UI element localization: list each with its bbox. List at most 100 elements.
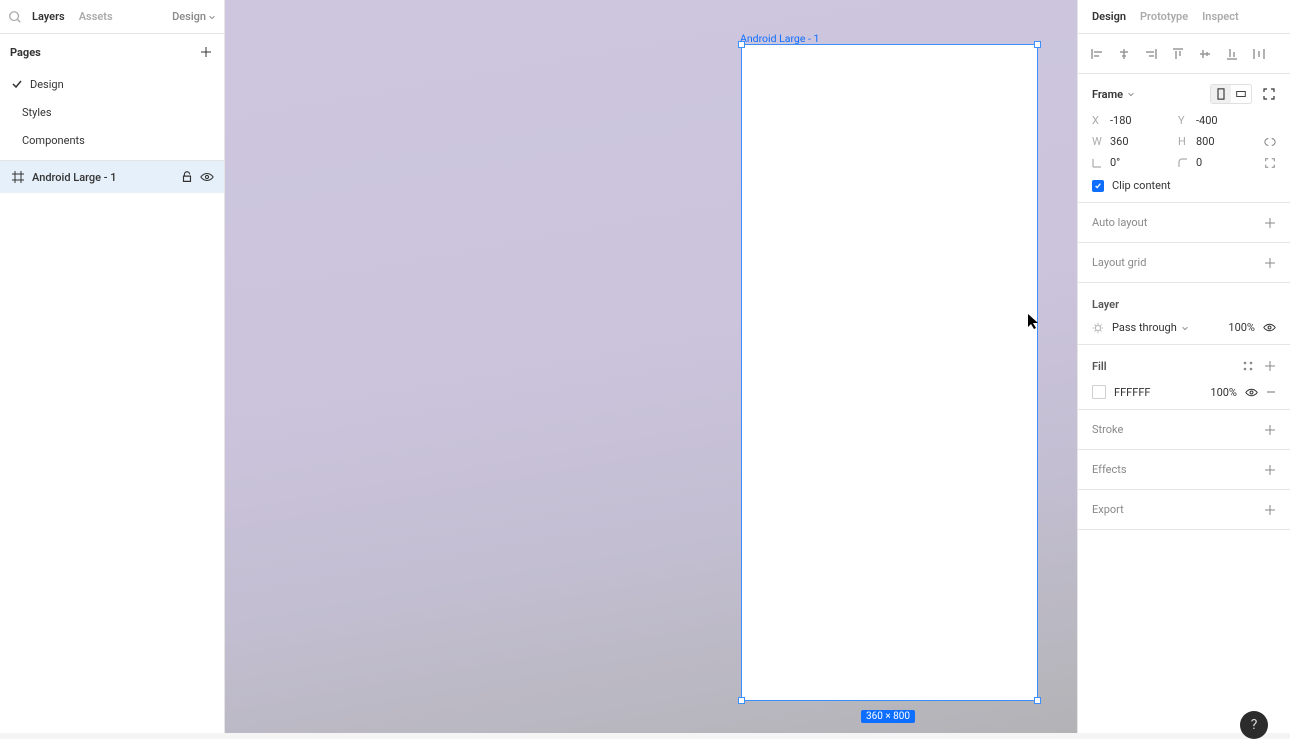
y-label: Y bbox=[1178, 114, 1188, 127]
plus-icon[interactable] bbox=[1264, 360, 1276, 372]
add-page-button[interactable] bbox=[198, 44, 214, 60]
tab-assets[interactable]: Assets bbox=[75, 6, 117, 27]
link-dimensions-icon[interactable] bbox=[1264, 136, 1276, 148]
layer-label: Android Large - 1 bbox=[32, 171, 174, 184]
layout-grid-label: Layout grid bbox=[1092, 256, 1146, 269]
eye-icon[interactable] bbox=[1263, 321, 1276, 334]
unlock-icon[interactable] bbox=[180, 170, 194, 184]
rotation-input[interactable]: 0° bbox=[1092, 156, 1162, 169]
portrait-button[interactable] bbox=[1211, 85, 1231, 103]
eye-icon[interactable] bbox=[1245, 386, 1258, 399]
tab-prototype[interactable]: Prototype bbox=[1140, 10, 1188, 23]
plus-icon[interactable] bbox=[1264, 464, 1276, 476]
resize-handle-tl[interactable] bbox=[738, 41, 745, 48]
resize-handle-br[interactable] bbox=[1034, 697, 1041, 704]
dimensions-badge: 360 × 800 bbox=[861, 710, 915, 723]
pages-label: Pages bbox=[10, 46, 41, 59]
canvas-frame[interactable] bbox=[741, 44, 1038, 701]
blend-mode-dropdown[interactable]: Pass through bbox=[1112, 321, 1209, 334]
fill-hex-input[interactable]: FFFFFF bbox=[1114, 386, 1191, 399]
pages-header: Pages bbox=[0, 34, 224, 70]
page-context-label: Design bbox=[172, 10, 206, 23]
effects-section[interactable]: Effects bbox=[1078, 450, 1290, 490]
align-bottom-icon[interactable] bbox=[1225, 47, 1239, 61]
radius-value: 0 bbox=[1196, 156, 1202, 169]
search-icon[interactable] bbox=[8, 10, 22, 24]
blend-mode-icon bbox=[1092, 322, 1104, 334]
page-context-dropdown[interactable]: Design bbox=[172, 10, 216, 23]
effects-label: Effects bbox=[1092, 463, 1127, 476]
align-right-icon[interactable] bbox=[1144, 47, 1158, 61]
export-section[interactable]: Export bbox=[1078, 490, 1290, 530]
frame-icon bbox=[12, 171, 24, 183]
align-row bbox=[1078, 34, 1290, 74]
layer-label: Layer bbox=[1092, 298, 1119, 311]
resize-handle-tr[interactable] bbox=[1034, 41, 1041, 48]
fill-swatch[interactable] bbox=[1092, 385, 1106, 399]
distribute-icon[interactable] bbox=[1252, 47, 1266, 61]
y-input[interactable]: Y -400 bbox=[1178, 114, 1248, 127]
align-top-icon[interactable] bbox=[1171, 47, 1185, 61]
minus-icon[interactable] bbox=[1266, 387, 1276, 397]
tab-design[interactable]: Design bbox=[1092, 10, 1126, 23]
plus-icon[interactable] bbox=[1264, 424, 1276, 436]
page-item-components[interactable]: Components bbox=[0, 126, 224, 154]
stroke-section[interactable]: Stroke bbox=[1078, 410, 1290, 450]
h-input[interactable]: H 800 bbox=[1178, 135, 1248, 148]
clip-content-row: Clip content bbox=[1092, 179, 1276, 192]
tab-layers[interactable]: Layers bbox=[28, 6, 69, 27]
blend-mode-value: Pass through bbox=[1112, 321, 1177, 334]
h-label: H bbox=[1178, 135, 1188, 148]
page-label: Components bbox=[22, 134, 85, 147]
resize-to-fit-icon[interactable] bbox=[1262, 87, 1276, 101]
x-value: -180 bbox=[1110, 114, 1132, 127]
check-icon bbox=[12, 79, 22, 89]
layout-grid-section[interactable]: Layout grid bbox=[1078, 243, 1290, 283]
help-button[interactable]: ? bbox=[1240, 711, 1268, 739]
align-vcenter-icon[interactable] bbox=[1198, 47, 1212, 61]
cursor-icon bbox=[1028, 314, 1040, 330]
frame-preset-label: Frame bbox=[1092, 88, 1123, 101]
resize-handle-bl[interactable] bbox=[738, 697, 745, 704]
w-input[interactable]: W 360 bbox=[1092, 135, 1162, 148]
fill-opacity-input[interactable]: 100% bbox=[1199, 386, 1237, 399]
right-panel: Design Prototype Inspect Frame bbox=[1077, 0, 1290, 733]
auto-layout-section[interactable]: Auto layout bbox=[1078, 203, 1290, 243]
left-panel-tabs: Layers Assets Design bbox=[0, 0, 224, 34]
left-panel: Layers Assets Design Pages Design Styles… bbox=[0, 0, 225, 733]
y-value: -400 bbox=[1196, 114, 1218, 127]
layer-opacity-input[interactable]: 100% bbox=[1217, 321, 1255, 334]
plus-icon[interactable] bbox=[1264, 217, 1276, 229]
align-hcenter-icon[interactable] bbox=[1117, 47, 1131, 61]
align-left-icon[interactable] bbox=[1090, 47, 1104, 61]
layer-section: Layer Pass through 100% bbox=[1078, 283, 1290, 345]
clip-content-checkbox[interactable] bbox=[1092, 180, 1104, 192]
chevron-down-icon bbox=[1127, 90, 1135, 98]
radius-input[interactable]: 0 bbox=[1178, 156, 1248, 169]
page-item-design[interactable]: Design bbox=[0, 70, 224, 98]
page-item-styles[interactable]: Styles bbox=[0, 98, 224, 126]
x-label: X bbox=[1092, 114, 1102, 127]
canvas[interactable]: Android Large - 1 360 × 800 bbox=[225, 0, 1077, 733]
style-picker-icon[interactable] bbox=[1242, 360, 1254, 372]
layer-item[interactable]: Android Large - 1 bbox=[0, 161, 224, 193]
page-label: Design bbox=[30, 78, 64, 91]
landscape-button[interactable] bbox=[1231, 85, 1251, 103]
page-label: Styles bbox=[22, 106, 52, 119]
independent-corners-icon[interactable] bbox=[1264, 157, 1276, 169]
clip-content-label: Clip content bbox=[1112, 179, 1171, 192]
x-input[interactable]: X -180 bbox=[1092, 114, 1162, 127]
eye-icon[interactable] bbox=[200, 170, 214, 184]
corner-radius-icon bbox=[1178, 158, 1188, 168]
frame-preset-dropdown[interactable]: Frame bbox=[1092, 88, 1135, 101]
angle-icon bbox=[1092, 158, 1102, 168]
plus-icon[interactable] bbox=[1264, 257, 1276, 269]
right-panel-tabs: Design Prototype Inspect bbox=[1078, 0, 1290, 34]
pages-list: Design Styles Components bbox=[0, 70, 224, 160]
tab-inspect[interactable]: Inspect bbox=[1202, 10, 1239, 23]
plus-icon[interactable] bbox=[1264, 504, 1276, 516]
h-value: 800 bbox=[1196, 135, 1215, 148]
rotation-value: 0° bbox=[1110, 156, 1120, 169]
orientation-toggle bbox=[1210, 84, 1252, 104]
fill-label: Fill bbox=[1092, 360, 1107, 373]
